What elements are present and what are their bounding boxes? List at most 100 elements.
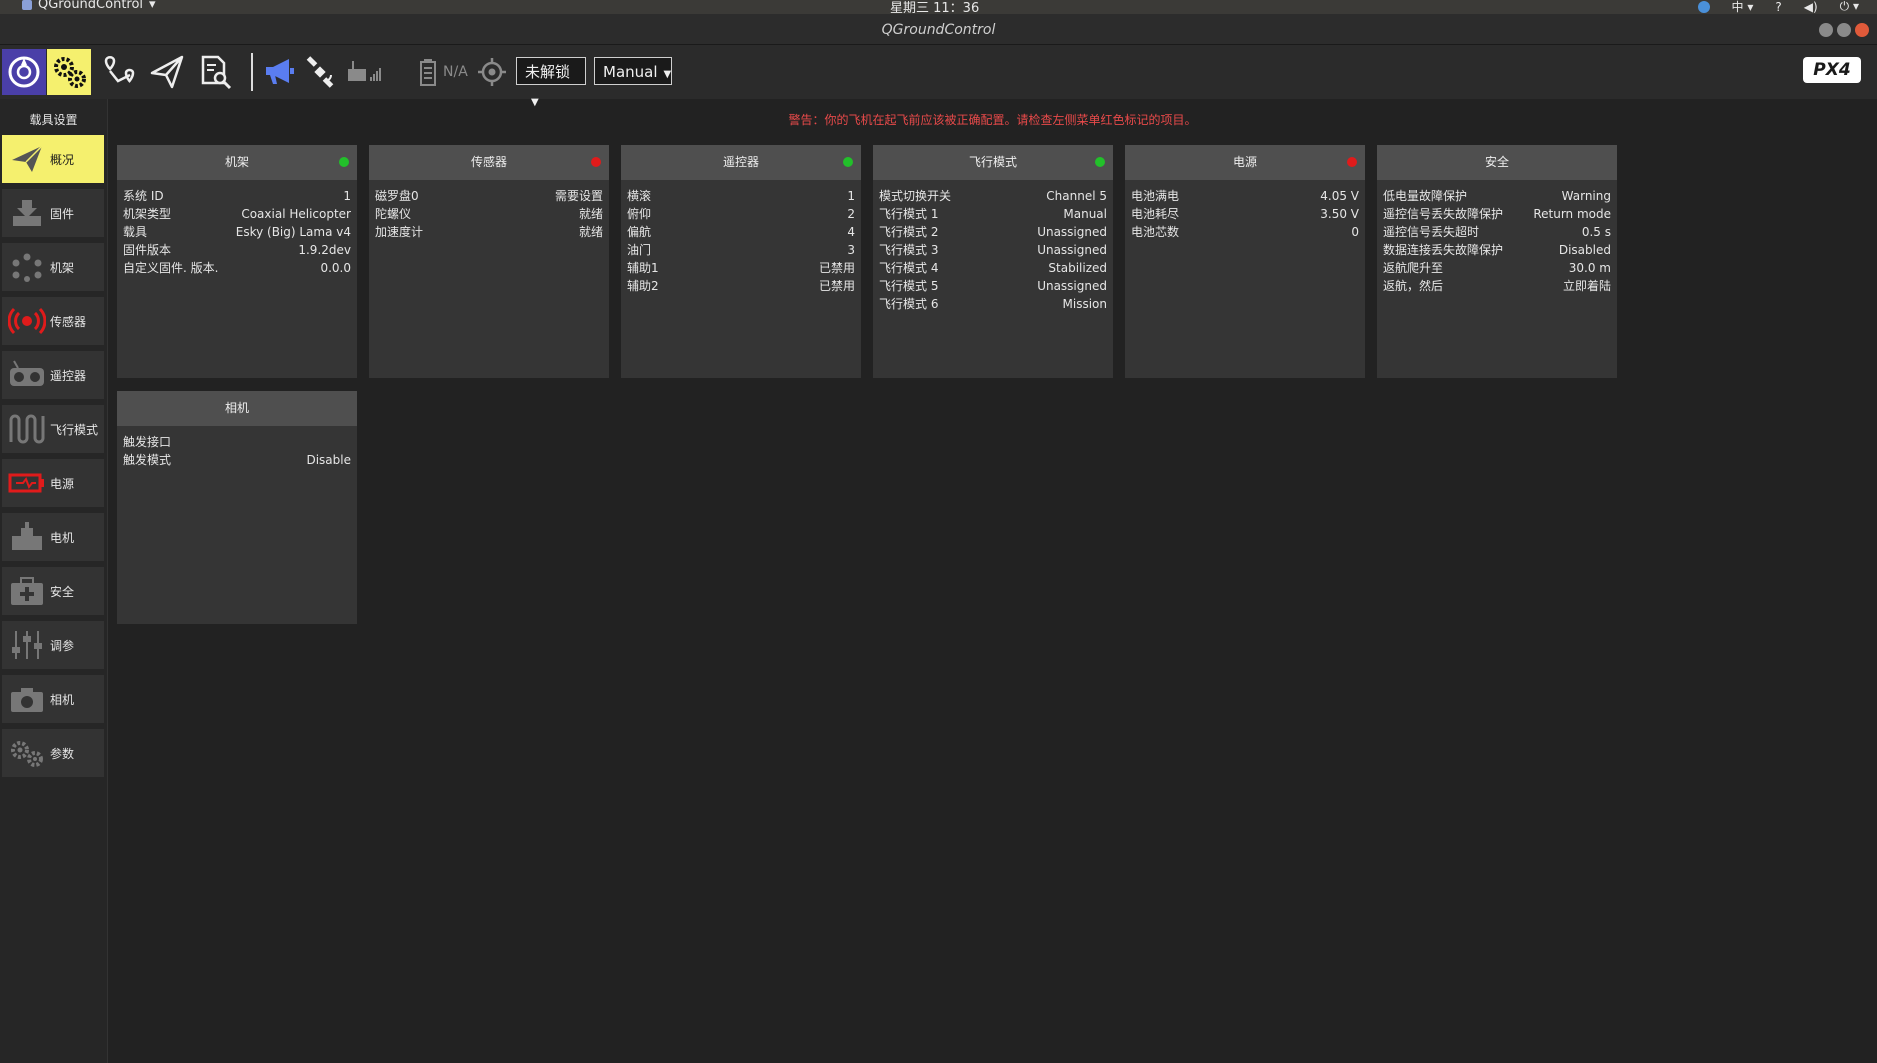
panel-row: 油门 3 — [621, 241, 861, 259]
vehicle-setup-button[interactable] — [47, 49, 91, 95]
panel-row: 返航爬升至 30.0 m — [1377, 259, 1617, 277]
row-label: 辅助1 — [627, 261, 659, 275]
panel-row: 自定义固件. 版本. 0.0.0 — [117, 259, 357, 277]
qgc-logo-button[interactable] — [2, 49, 46, 95]
row-label: 模式切换开关 — [879, 189, 952, 203]
row-value: Disabled — [1558, 243, 1611, 257]
panel-row: 加速度计 就绪 — [369, 223, 609, 241]
row-label: 返航爬升至 — [1383, 261, 1444, 275]
sidebar-item-parameters[interactable]: 参数 — [2, 729, 104, 777]
panel-header[interactable]: 相机 — [117, 391, 357, 426]
summary-panel-sensors[interactable]: 传感器 磁罗盘0 需要设置 陀螺仪 就绪 加速度计 就绪 — [369, 145, 609, 378]
panel-header[interactable]: 安全 — [1377, 145, 1617, 180]
summary-panel-safety[interactable]: 安全 低电量故障保护 Warning 遥控信号丢失故障保护 Return mode … — [1377, 145, 1617, 378]
row-value: 需要设置 — [554, 189, 603, 203]
chevron-down-icon: ▾ — [149, 0, 156, 12]
row-label: 电池耗尽 — [1131, 207, 1180, 221]
sidebar-item-power[interactable]: 电源 — [2, 459, 104, 507]
panel-row: 低电量故障保护 Warning — [1377, 187, 1617, 205]
row-value: Mission — [1062, 297, 1107, 311]
sidebar-item-safety[interactable]: 安全 — [2, 567, 104, 615]
panel-title: 机架 — [224, 155, 249, 169]
ime-indicator[interactable]: 中 ▾ — [1732, 0, 1754, 15]
summary-panel-airframe[interactable]: 机架 系统 ID 1 机架类型 Coaxial Helicopter 载具 Esky … — [117, 145, 357, 378]
rtk-status-button[interactable] — [470, 49, 514, 95]
row-value: 0.5 s — [1581, 225, 1611, 239]
panel-header[interactable]: 遥控器 — [621, 145, 861, 180]
row-value: Return mode — [1533, 207, 1611, 221]
sidebar-item-tuning[interactable]: 调参 — [2, 621, 104, 669]
sidebar-item-label: 遥控器 — [50, 368, 87, 383]
os-top-bar: QGroundControl ▾ 星期三 11：36 中 ▾ ? ◀) ⏻ ▾ — [0, 0, 1877, 16]
network-icon[interactable] — [1697, 0, 1710, 13]
flight-mode-label: Manual — [603, 63, 658, 81]
minimize-button[interactable] — [1819, 23, 1833, 37]
panel-row: 载具 Esky (Big) Lama v4 — [117, 223, 357, 241]
app-menu[interactable]: QGroundControl ▾ — [22, 0, 156, 12]
row-value: Coaxial Helicopter — [241, 207, 351, 221]
row-value: 就绪 — [578, 207, 603, 221]
maximize-button[interactable] — [1837, 23, 1851, 37]
sidebar-item-summary[interactable]: 概况 — [2, 135, 104, 183]
row-label: 数据连接丢失故障保护 — [1383, 243, 1504, 257]
row-label: 飞行模式 3 — [879, 243, 939, 257]
gears-icon — [8, 734, 46, 772]
analyze-view-button[interactable] — [193, 49, 237, 95]
panel-row: 数据连接丢失故障保护 Disabled — [1377, 241, 1617, 259]
row-label: 遥控信号丢失故障保护 — [1383, 207, 1504, 221]
panel-header[interactable]: 飞行模式 — [873, 145, 1113, 180]
close-button[interactable] — [1855, 23, 1869, 37]
sidebar-item-label: 安全 — [50, 584, 75, 599]
flight-mode-dropdown[interactable]: Manual ▼ — [594, 57, 672, 85]
sidebar-item-flight-modes[interactable]: 飞行模式 — [2, 405, 104, 453]
row-label: 电池满电 — [1131, 189, 1180, 203]
panel-header[interactable]: 传感器 — [369, 145, 609, 180]
row-label: 电池芯数 — [1131, 225, 1180, 239]
vehicle-setup-sidebar: 载具设置 概况 固件 机架 传感器 遥控器 飞行模式 电源 电机 安全 调参 相… — [0, 99, 108, 1063]
panel-row: 辅助2 已禁用 — [621, 277, 861, 295]
gps-status-button[interactable] — [298, 49, 342, 95]
toolbar-divider — [251, 53, 253, 91]
messages-button[interactable] — [258, 49, 302, 95]
panel-row: 电池满电 4.05 V — [1125, 187, 1365, 205]
summary-panel-power[interactable]: 电源 电池满电 4.05 V 电池耗尽 3.50 V 电池芯数 0 — [1125, 145, 1365, 378]
status-indicator — [1347, 157, 1357, 167]
row-value: Manual — [1063, 207, 1107, 221]
panel-header[interactable]: 机架 — [117, 145, 357, 180]
row-value: 已禁用 — [818, 279, 855, 293]
sidebar-item-label: 机架 — [50, 260, 75, 275]
panel-header[interactable]: 电源 — [1125, 145, 1365, 180]
sidebar-item-firmware[interactable]: 固件 — [2, 189, 104, 237]
chevron-down-icon: ▼ — [531, 97, 539, 108]
panel-title: 传感器 — [470, 155, 507, 169]
panel-row: 机架类型 Coaxial Helicopter — [117, 205, 357, 223]
row-label: 磁罗盘0 — [375, 189, 419, 203]
row-value: Channel 5 — [1046, 189, 1107, 203]
arm-state-dropdown[interactable]: 未解锁 ▼ — [516, 57, 586, 108]
help-icon[interactable]: ? — [1775, 0, 1781, 14]
row-value: 3 — [847, 243, 855, 257]
sidebar-item-airframe[interactable]: 机架 — [2, 243, 104, 291]
fly-view-button[interactable] — [145, 49, 189, 95]
row-label: 陀螺仪 — [375, 207, 412, 221]
rc-rssi-button[interactable] — [342, 49, 386, 95]
system-tray: 中 ▾ ? ◀) ⏻ ▾ — [1697, 0, 1859, 15]
power-icon[interactable]: ⏻ ▾ — [1840, 0, 1859, 14]
row-label: 辅助2 — [627, 279, 659, 293]
sidebar-item-radio[interactable]: 遥控器 — [2, 351, 104, 399]
summary-panel-radio[interactable]: 遥控器 横滚 1 俯仰 2 偏航 4 油门 3 辅助1 已禁用 辅助2 已禁用 — [621, 145, 861, 378]
setup-warning: 警告：你的飞机在起飞前应该被正确配置。请检查左侧菜单红色标记的项目。 — [788, 113, 1197, 127]
panel-row: 飞行模式 1 Manual — [873, 205, 1113, 223]
summary-panel-flight-modes[interactable]: 飞行模式 模式切换开关 Channel 5 飞行模式 1 Manual 飞行模式 2… — [873, 145, 1113, 378]
plan-view-button[interactable] — [97, 49, 141, 95]
row-value: Stabilized — [1048, 261, 1107, 275]
summary-panel-camera[interactable]: 相机 触发接口 触发模式 Disable — [117, 391, 357, 624]
sidebar-item-camera[interactable]: 相机 — [2, 675, 104, 723]
volume-icon[interactable]: ◀) — [1804, 0, 1818, 14]
row-value: 1 — [847, 189, 855, 203]
sidebar-item-sensors[interactable]: 传感器 — [2, 297, 104, 345]
document-search-icon — [201, 55, 232, 90]
qgc-logo-icon — [8, 56, 40, 88]
row-label: 飞行模式 5 — [879, 279, 939, 293]
sidebar-item-motors[interactable]: 电机 — [2, 513, 104, 561]
